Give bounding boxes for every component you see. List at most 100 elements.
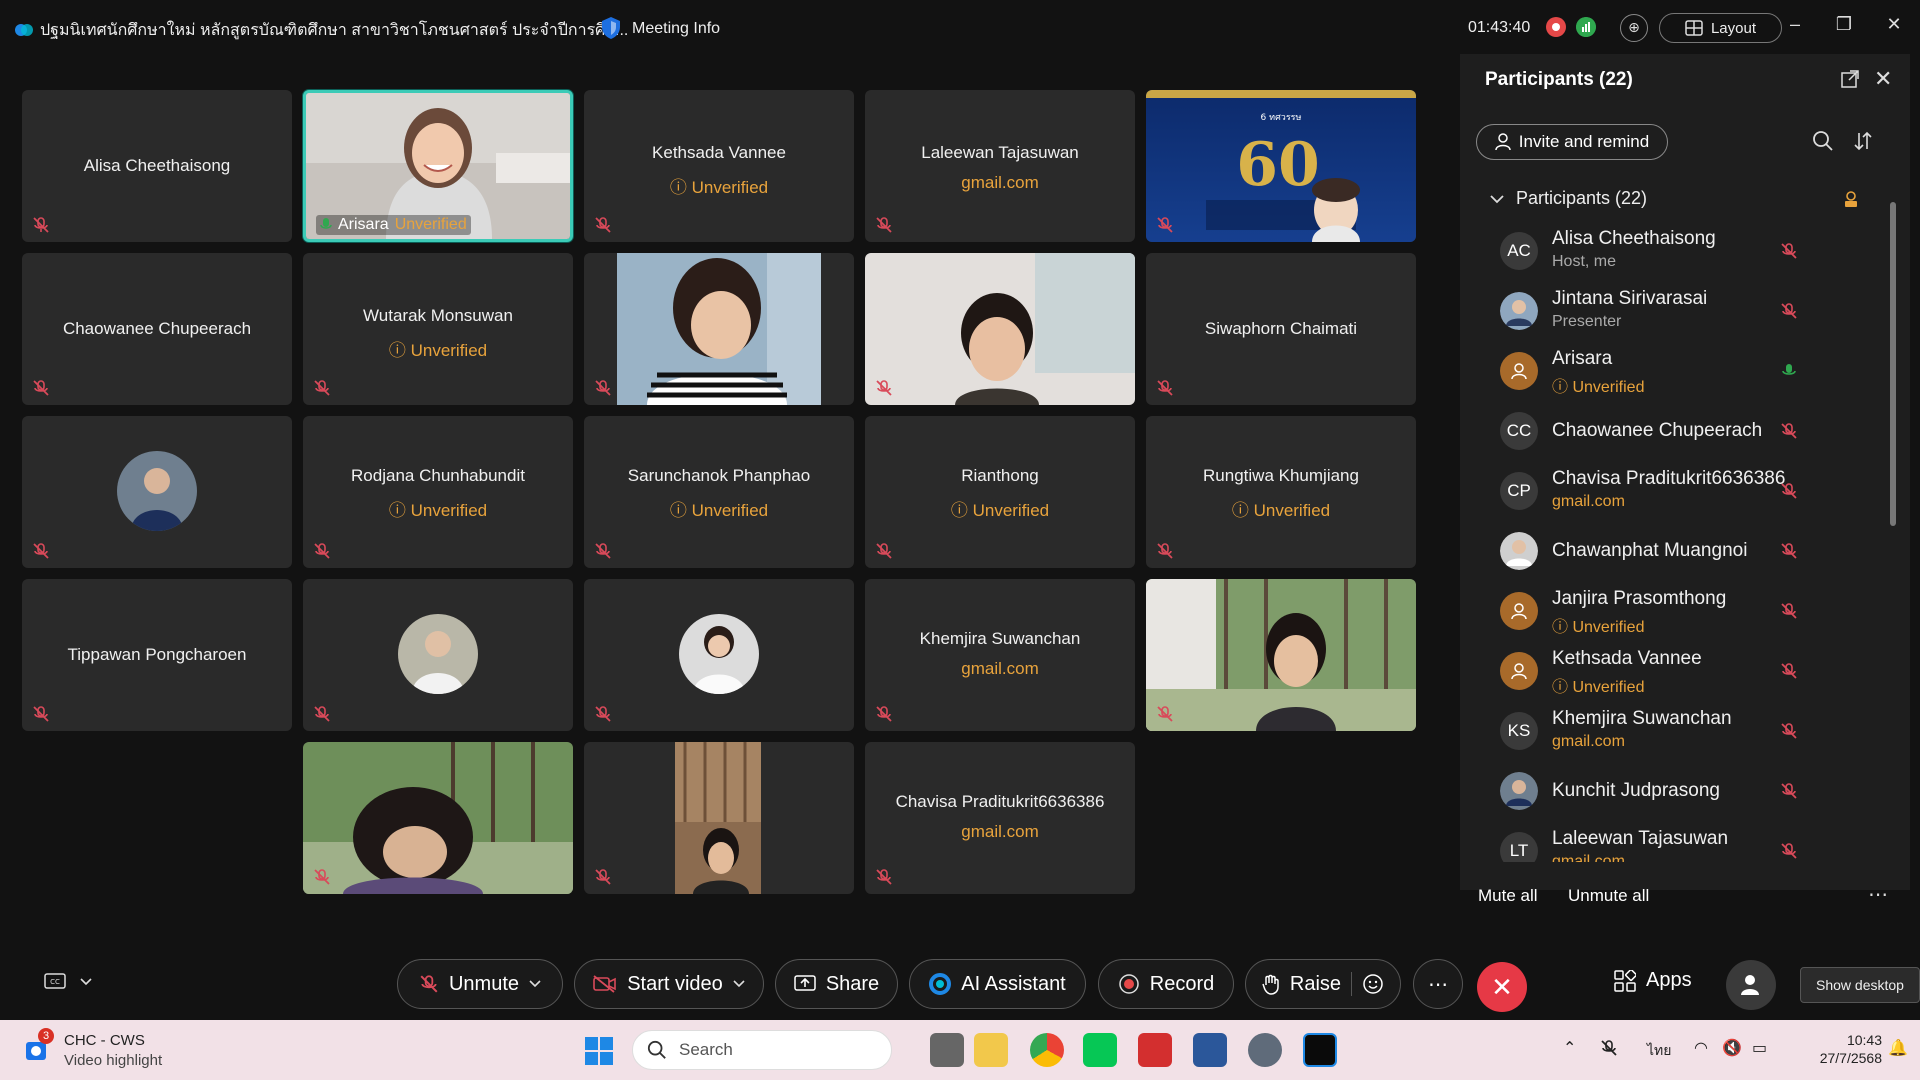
zoom-icon[interactable]: ⊕: [1620, 14, 1648, 42]
muted-mic-icon[interactable]: [1780, 842, 1798, 860]
video-tile[interactable]: [1146, 579, 1416, 731]
video-tile-active-speaker[interactable]: Arisara Unverified: [303, 90, 573, 242]
sort-icon[interactable]: [1852, 130, 1874, 152]
participant-row[interactable]: LT Laleewan Tajasuwan gmail.com: [1460, 822, 1890, 862]
video-tile[interactable]: Khemjira Suwanchan gmail.com: [865, 579, 1135, 731]
record-button[interactable]: Record: [1098, 959, 1234, 1009]
recording-indicator-icon[interactable]: [1546, 17, 1566, 37]
settings-gear-icon[interactable]: [1248, 1033, 1282, 1067]
ai-assistant-button[interactable]: AI Assistant: [909, 959, 1086, 1009]
video-tile[interactable]: Chaowanee Chupeerach: [22, 253, 292, 405]
mute-all-button[interactable]: Mute all: [1478, 886, 1538, 906]
chevron-down-icon[interactable]: [733, 980, 745, 988]
webex-taskbar-icon[interactable]: [1303, 1033, 1337, 1067]
network-signal-icon[interactable]: [1576, 17, 1596, 37]
participants-group-header[interactable]: Participants (22): [1490, 188, 1647, 209]
video-tile[interactable]: Tippawan Pongcharoen: [22, 579, 292, 731]
video-tile[interactable]: [865, 253, 1135, 405]
layout-button[interactable]: Layout: [1659, 13, 1782, 43]
scroll-thumb[interactable]: [1890, 202, 1896, 526]
minimize-icon[interactable]: –: [1780, 14, 1810, 35]
file-explorer-icon[interactable]: [974, 1033, 1008, 1067]
acrobat-icon[interactable]: [1138, 1033, 1172, 1067]
muted-mic-icon[interactable]: [1780, 242, 1798, 260]
start-video-button[interactable]: Start video: [574, 959, 764, 1009]
video-tile[interactable]: Wutarak Monsuwan ⓘ Unverified: [303, 253, 573, 405]
speaker-muted-icon[interactable]: 🔇: [1722, 1038, 1742, 1058]
video-tile[interactable]: Siwaphorn Chaimati: [1146, 253, 1416, 405]
wifi-icon[interactable]: ◠: [1694, 1038, 1708, 1058]
participant-row[interactable]: KS Khemjira Suwanchan gmail.com: [1460, 702, 1890, 762]
muted-mic-icon[interactable]: [1780, 542, 1798, 560]
muted-mic-icon[interactable]: [1780, 722, 1798, 740]
input-language[interactable]: ไทย: [1647, 1040, 1671, 1062]
taskbar-search-box[interactable]: Search: [632, 1030, 892, 1070]
notifications-icon[interactable]: 🔔: [1888, 1038, 1908, 1058]
video-tile[interactable]: Laleewan Tajasuwan gmail.com: [865, 90, 1135, 242]
muted-mic-icon[interactable]: [1780, 302, 1798, 320]
invite-and-remind-button[interactable]: Invite and remind: [1476, 124, 1668, 160]
participant-row[interactable]: Janjira Prasomthong ⓘ Unverified: [1460, 582, 1890, 642]
video-tile[interactable]: Chavisa Praditukrit6636386 gmail.com: [865, 742, 1135, 894]
chevron-down-icon[interactable]: [529, 980, 541, 988]
participant-row[interactable]: Arisara ⓘ Unverified: [1460, 342, 1890, 402]
unmute-button[interactable]: Unmute: [397, 959, 563, 1009]
unmute-all-button[interactable]: Unmute all: [1568, 886, 1649, 906]
muted-mic-icon[interactable]: [1780, 782, 1798, 800]
video-tile[interactable]: [584, 742, 854, 894]
meeting-info-button[interactable]: Meeting Info: [632, 20, 720, 38]
muted-mic-icon[interactable]: [1780, 602, 1798, 620]
mic-off-tray-icon[interactable]: [1600, 1038, 1618, 1058]
clock-time[interactable]: 10:43: [1822, 1032, 1882, 1048]
search-icon[interactable]: [1812, 130, 1834, 152]
windows-start-icon[interactable]: [584, 1036, 614, 1066]
shield-icon[interactable]: [600, 16, 622, 40]
close-window-icon[interactable]: ✕: [1879, 14, 1909, 35]
video-tile[interactable]: Rungtiwa Khumjiang ⓘ Unverified: [1146, 416, 1416, 568]
muted-mic-icon[interactable]: [1780, 422, 1798, 440]
video-tile[interactable]: Rodjana Chunhabundit ⓘ Unverified: [303, 416, 573, 568]
video-tile[interactable]: Kethsada Vannee ⓘ Unverified: [584, 90, 854, 242]
apps-button[interactable]: Apps: [1614, 969, 1692, 992]
participant-row[interactable]: CP Chavisa Praditukrit6636386 gmail.com: [1460, 462, 1890, 522]
maximize-icon[interactable]: ❐: [1829, 14, 1859, 35]
share-button[interactable]: Share: [775, 959, 898, 1009]
popout-icon[interactable]: [1840, 69, 1860, 89]
chrome-icon[interactable]: [1030, 1033, 1064, 1067]
more-options-button[interactable]: ⋯: [1413, 959, 1463, 1009]
more-options-icon[interactable]: ⋯: [1868, 882, 1888, 907]
video-tile[interactable]: [22, 416, 292, 568]
participant-row[interactable]: Kethsada Vannee ⓘ Unverified: [1460, 642, 1890, 702]
unmuted-mic-icon[interactable]: [1780, 362, 1798, 380]
video-tile[interactable]: Sarunchanok Phanphao ⓘ Unverified: [584, 416, 854, 568]
participant-row[interactable]: Chawanphat Muangnoi: [1460, 522, 1890, 582]
video-tile[interactable]: Alisa Cheethaisong: [22, 90, 292, 242]
closed-captions-button[interactable]: CC: [44, 973, 92, 991]
battery-icon[interactable]: ▭: [1752, 1038, 1767, 1058]
word-icon[interactable]: [1193, 1033, 1227, 1067]
chevron-up-icon[interactable]: ⌃: [1563, 1038, 1576, 1058]
video-tile[interactable]: Rianthong ⓘ Unverified: [865, 416, 1135, 568]
video-tile[interactable]: [584, 253, 854, 405]
participant-row[interactable]: CC Chaowanee Chupeerach: [1460, 402, 1890, 462]
video-tile[interactable]: [584, 579, 854, 731]
raise-hand-button[interactable]: Raise: [1245, 959, 1401, 1009]
leave-meeting-button[interactable]: ✕: [1477, 962, 1527, 1012]
participants-scrollbar[interactable]: [1888, 182, 1898, 872]
participant-row[interactable]: Kunchit Judprasong: [1460, 762, 1890, 822]
lock-person-icon[interactable]: [1842, 190, 1860, 208]
close-panel-icon[interactable]: ✕: [1874, 66, 1892, 92]
muted-mic-icon[interactable]: [1780, 482, 1798, 500]
muted-mic-icon[interactable]: [1780, 662, 1798, 680]
participants-toggle-button[interactable]: [1726, 960, 1776, 1010]
line-app-icon[interactable]: [1083, 1033, 1117, 1067]
video-tile[interactable]: [303, 579, 573, 731]
participant-row[interactable]: AC Alisa Cheethaisong Host, me: [1460, 222, 1890, 282]
video-tile-presentation[interactable]: 6 ทศวรรษ 60: [1146, 90, 1416, 242]
task-view-icon[interactable]: [930, 1033, 964, 1067]
clock-date[interactable]: 27/7/2568: [1798, 1050, 1882, 1066]
video-tile[interactable]: [303, 742, 573, 894]
taskbar-app-name[interactable]: CHC - CWS: [64, 1032, 145, 1049]
reactions-icon[interactable]: [1362, 973, 1384, 995]
participant-row[interactable]: Jintana Sirivarasai Presenter: [1460, 282, 1890, 342]
